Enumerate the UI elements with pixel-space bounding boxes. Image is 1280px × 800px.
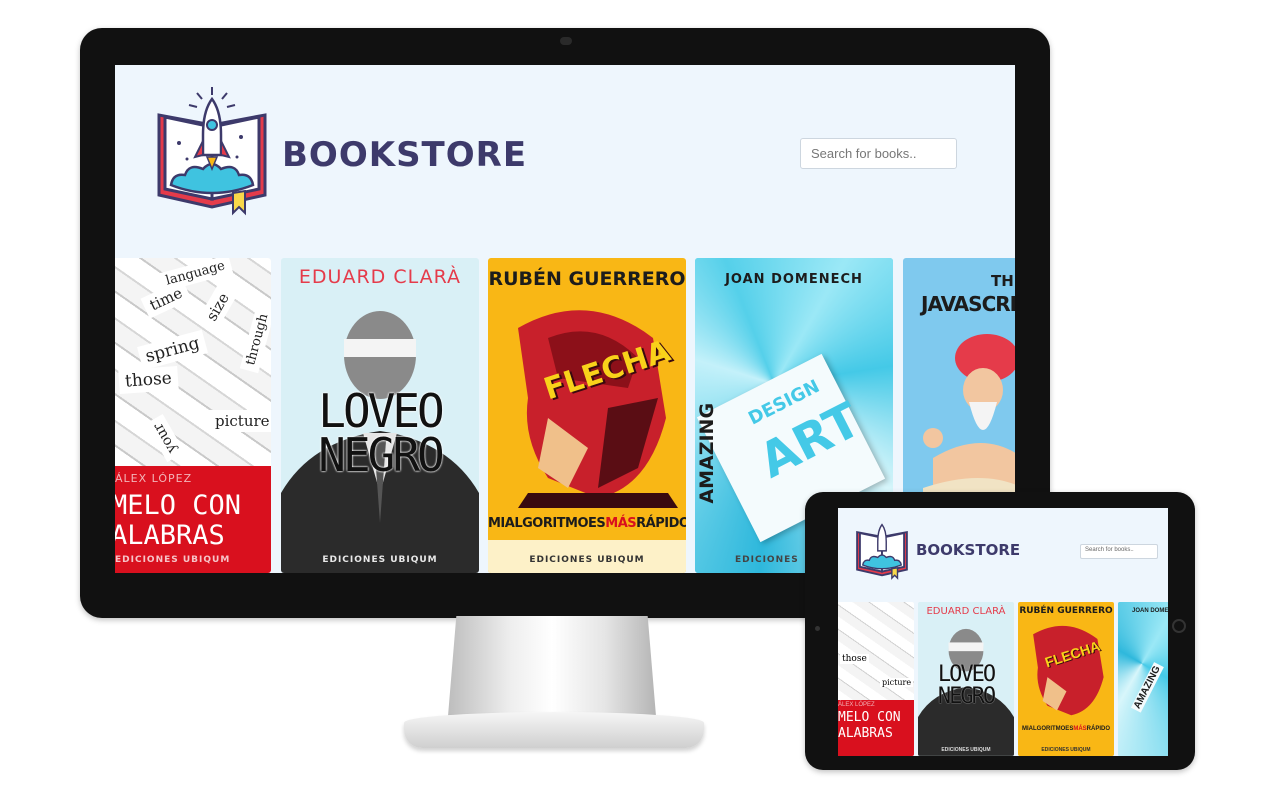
tablet-book-card-eduard-clara[interactable]: EDUARD CLARÀ LOVEO NEGRO EDICIONES UBIQU… [918, 602, 1014, 756]
book-title-line: MELO CON [838, 710, 901, 725]
book-rocket-logo-icon [157, 87, 267, 216]
book-title-line: MELO CON [115, 490, 242, 521]
book-title-part: MÁS [605, 516, 637, 531]
book-author: ÁLEX LÓPEZ [115, 472, 193, 485]
book-card-alex-lopez[interactable]: spring those picture time size through y… [115, 258, 271, 573]
tablet-camera-icon [815, 626, 820, 631]
cover-word: picture [209, 410, 271, 432]
book-title: MIALGORITMOESMÁSRÁPIDO [1021, 726, 1111, 732]
superhero-illustration [518, 310, 678, 508]
book-title-line: ALABRAS [838, 726, 893, 741]
book-title-line: NEGRO [937, 684, 996, 709]
tablet-brand-title[interactable]: BOOKSTORE [916, 541, 1020, 559]
bookstore-logo[interactable] [153, 85, 271, 217]
book-publisher: EDICIONES UBIQUM [941, 747, 991, 753]
tablet-book-card-ruben-guerrero[interactable]: RUBÉN GUERRERO FLECHA MIALGORITMOESMÁSRÁ… [1018, 602, 1114, 756]
book-title-line: ALABRAS [115, 520, 225, 551]
book-publisher: EDICIONES UBIQUM [322, 555, 438, 565]
tablet-book-card-joan-domenech[interactable]: JOAN DOMENECH AMAZING [1118, 602, 1168, 756]
cover-word: those [118, 365, 179, 395]
book-author: JOAN DOMENECH [1132, 608, 1168, 614]
book-title-line: JAVASCRIP [921, 292, 1015, 316]
book-title-part: MIALGORITMOES [488, 516, 606, 531]
monitor-stand-neck [448, 616, 656, 716]
home-button-icon[interactable] [1172, 619, 1186, 633]
book-publisher: EDICIONES UBIQUM [1041, 747, 1091, 753]
cover-word: picture [880, 678, 914, 687]
tablet-bookstore-logo[interactable] [854, 518, 910, 580]
tablet-screen: BOOKSTORE Search for books.. those pictu… [838, 508, 1168, 756]
book-card-ruben-guerrero[interactable]: RUBÉN GUERRERO FLECHA MIALGORITMOESMÁSRÁ… [488, 258, 686, 573]
tablet-search-input[interactable]: Search for books.. [1080, 544, 1158, 559]
tablet-book-card-alex-lopez[interactable]: those picture ÁLEX LÓPEZ MELO CON ALABRA… [838, 602, 914, 756]
superhero-illustration [1033, 625, 1104, 716]
book-author: EDUARD CLARÀ [298, 266, 462, 288]
monitor-stand-foot [404, 712, 704, 748]
book-title-line: NEGRO [318, 428, 444, 482]
book-publisher: EDICIONES UBIQUM [115, 555, 231, 565]
brand-title[interactable]: BOOKSTORE [282, 135, 527, 175]
book-publisher: EDICIONES UBIQUM [529, 555, 645, 565]
webcam-icon [560, 37, 572, 45]
book-title-line: AMAZING [696, 402, 719, 504]
book-author: RUBÉN GUERRERO [488, 268, 686, 290]
book-title-line: THE [991, 272, 1015, 290]
book-rocket-logo-icon [856, 523, 908, 580]
device-mockup-stage: BOOKSTORE spring those picture time size… [0, 0, 1280, 800]
book-author: ÁLEX LÓPEZ [838, 702, 875, 708]
book-author: EDUARD CLARÀ [926, 606, 1006, 617]
book-title: MIALGORITMOESMÁSRÁPIDO [488, 516, 686, 531]
cover-word: those [840, 654, 869, 664]
book-title-part: RÁPIDO [636, 516, 686, 531]
tablet-device: BOOKSTORE Search for books.. those pictu… [805, 492, 1195, 770]
book-author: JOAN DOMENECH [725, 272, 863, 287]
tablet-book-carousel: those picture ÁLEX LÓPEZ MELO CON ALABRA… [838, 602, 1168, 756]
book-author: RUBÉN GUERRERO [1019, 606, 1113, 616]
book-card-eduard-clara[interactable]: EDUARD CLARÀ LOVEO NEGRO EDICIONES UBIQU… [281, 258, 479, 573]
search-input[interactable] [800, 138, 957, 169]
